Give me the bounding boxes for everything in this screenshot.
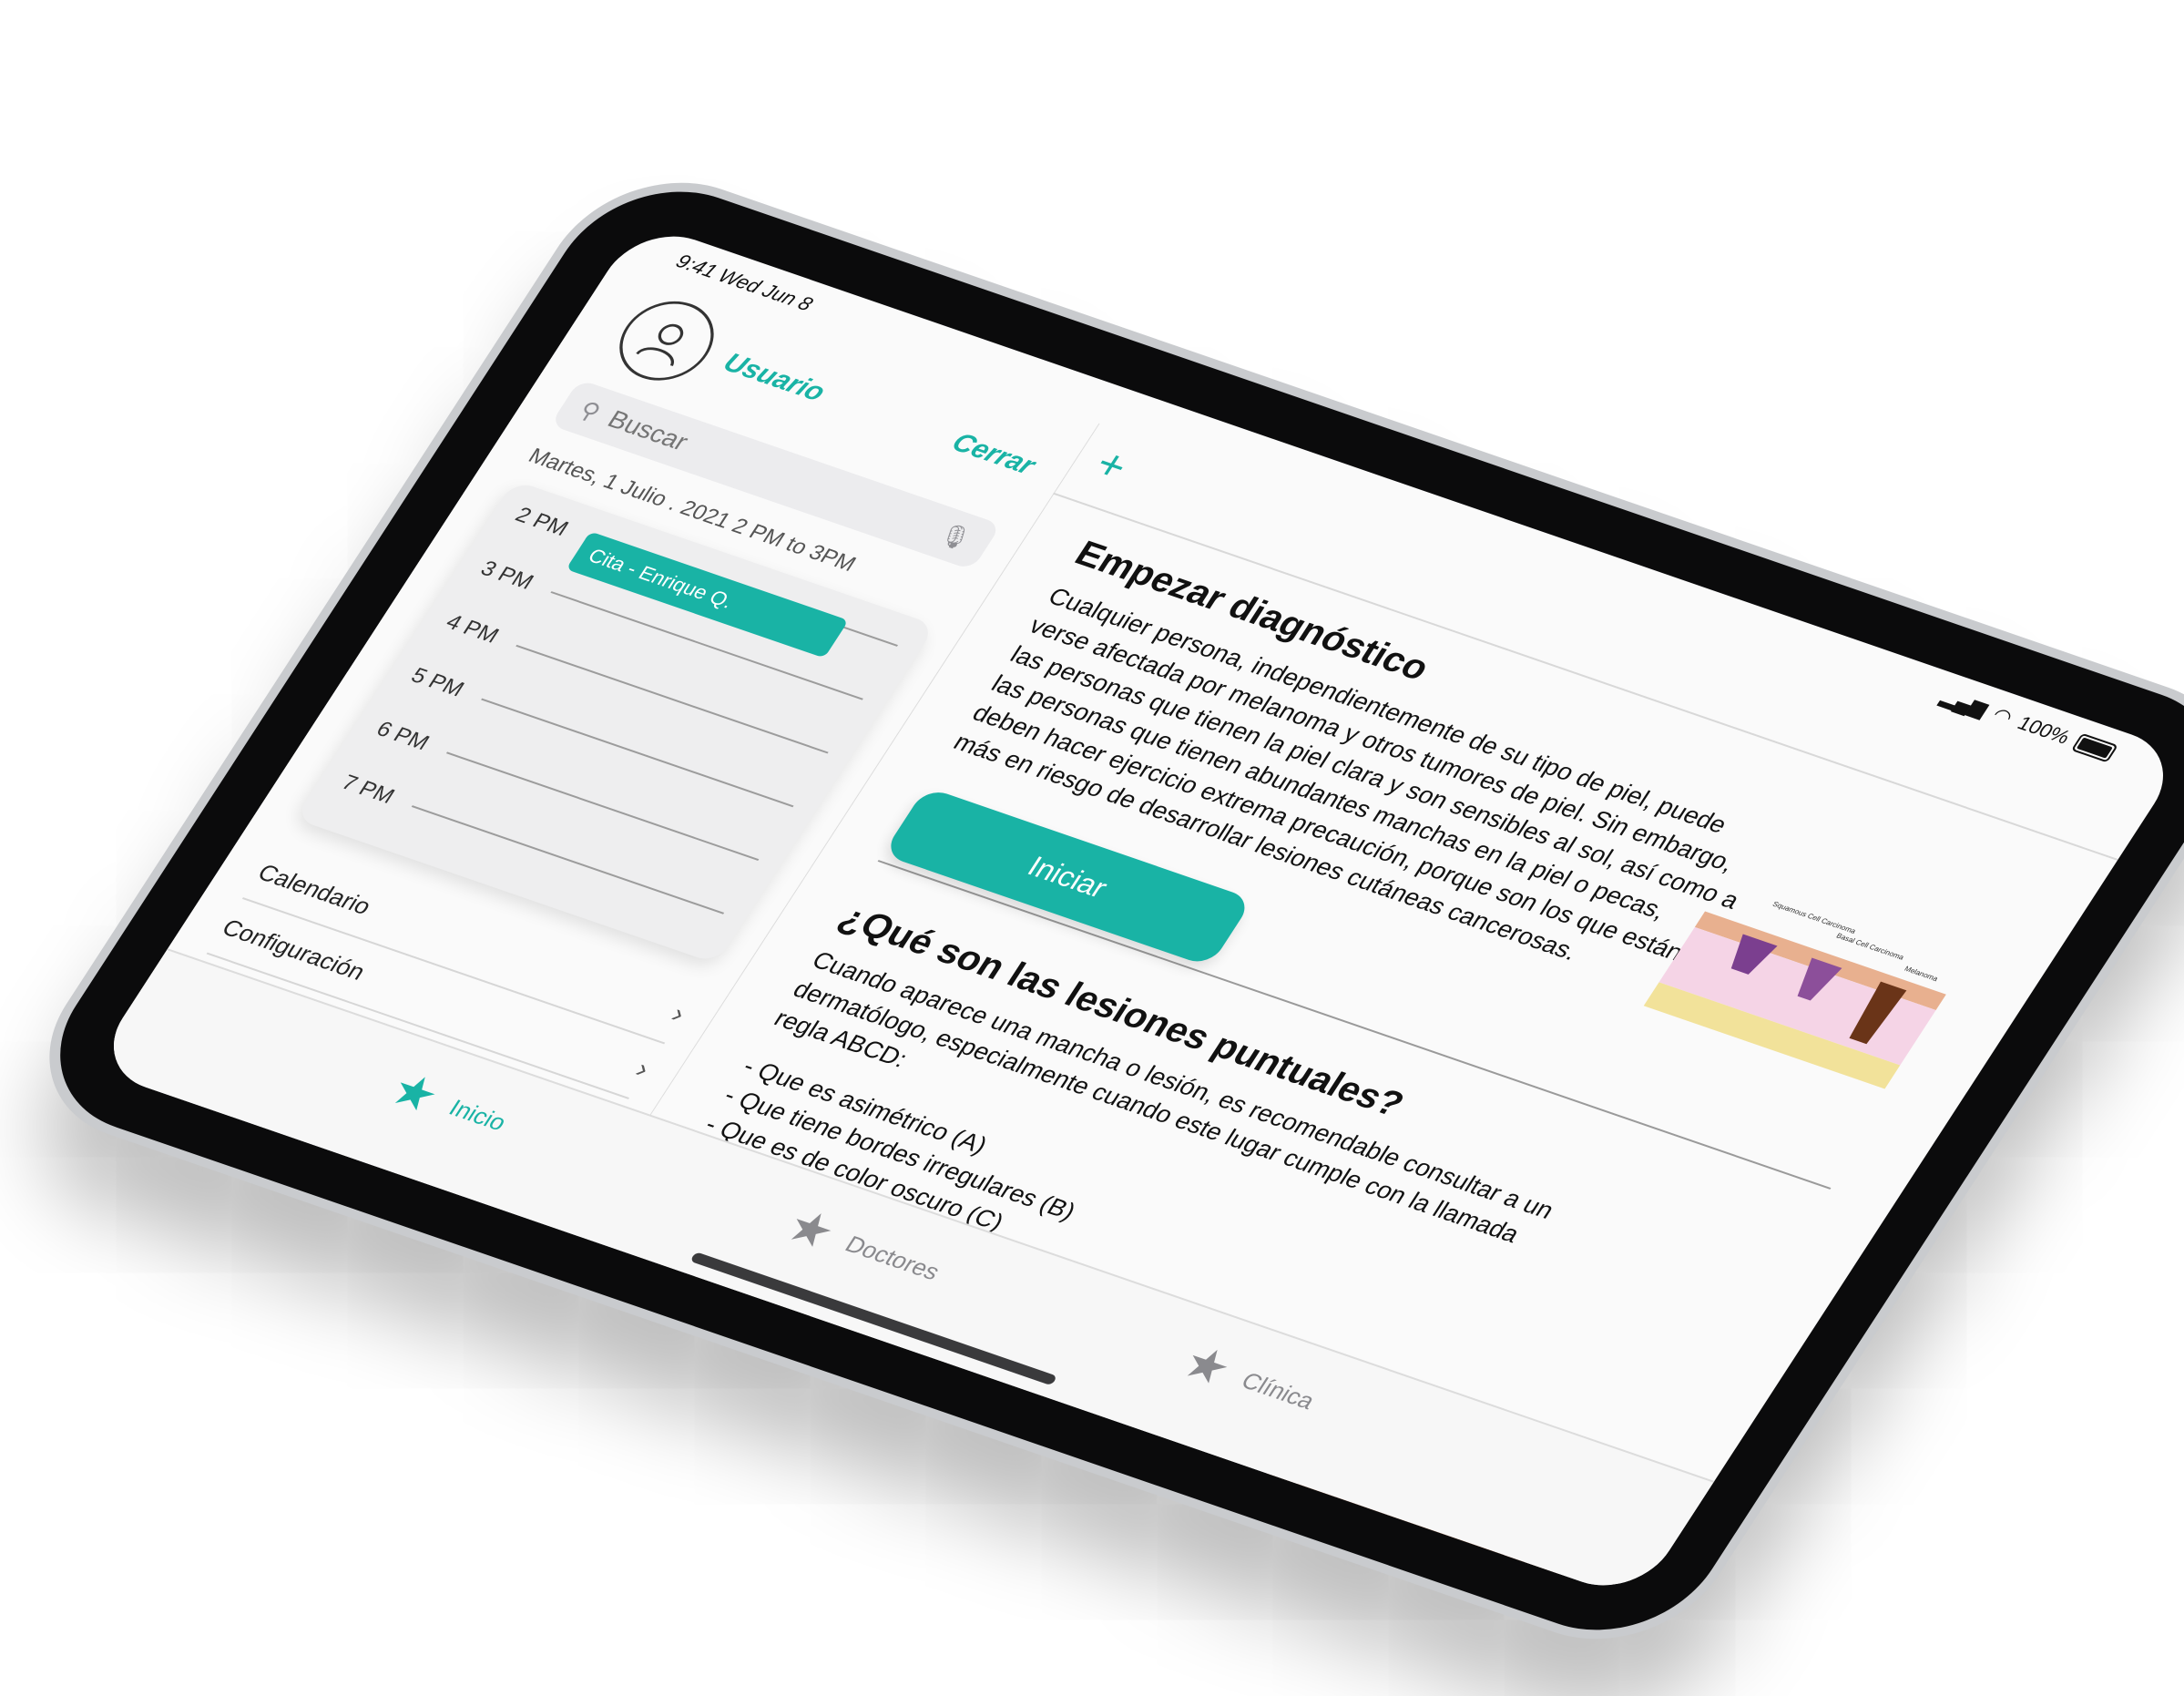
figure-label: Basal Cell Carcinoma	[1835, 932, 1906, 962]
tablet-bezel: 9:41 Wed Jun 8 ▂▄▆ ◠ 100% Usuario Cerrar…	[18, 164, 2184, 1658]
star-icon: ★	[775, 1200, 846, 1260]
chevron-right-icon: ›	[629, 1054, 656, 1084]
avatar[interactable]	[602, 290, 731, 393]
wifi-icon: ◠	[1987, 702, 2018, 729]
stage: 9:41 Wed Jun 8 ▂▄▆ ◠ 100% Usuario Cerrar…	[0, 0, 2184, 1696]
person-icon	[636, 323, 684, 366]
tab-label: Doctores	[840, 1230, 946, 1285]
tab-label: Clínica	[1236, 1366, 1321, 1415]
close-button[interactable]: Cerrar	[940, 425, 1046, 484]
tablet-device: 9:41 Wed Jun 8 ▂▄▆ ◠ 100% Usuario Cerrar…	[5, 153, 2184, 1669]
hour-label: 2 PM	[510, 503, 573, 541]
star-icon: ★	[1171, 1335, 1242, 1396]
figure-label: Squamous Cell Carcinoma	[1771, 900, 1858, 935]
figure-label: Melanoma	[1903, 965, 1940, 983]
user-label[interactable]: Usuario	[718, 348, 831, 408]
star-icon: ★	[379, 1063, 450, 1123]
tab-doctores[interactable]: ★ Doctores	[775, 1199, 953, 1296]
tab-clinica[interactable]: ★ Clínica	[1171, 1335, 1328, 1425]
tab-inicio[interactable]: ★ Inicio	[379, 1063, 519, 1148]
search-input[interactable]	[599, 404, 950, 546]
tab-label: Inicio	[444, 1093, 513, 1136]
battery-icon	[2070, 732, 2118, 763]
search-icon: ⚲	[574, 395, 607, 425]
add-icon[interactable]: +	[1086, 441, 1137, 491]
tablet-screen: 9:41 Wed Jun 8 ▂▄▆ ◠ 100% Usuario Cerrar…	[89, 220, 2184, 1601]
chevron-right-icon: ›	[665, 999, 691, 1029]
